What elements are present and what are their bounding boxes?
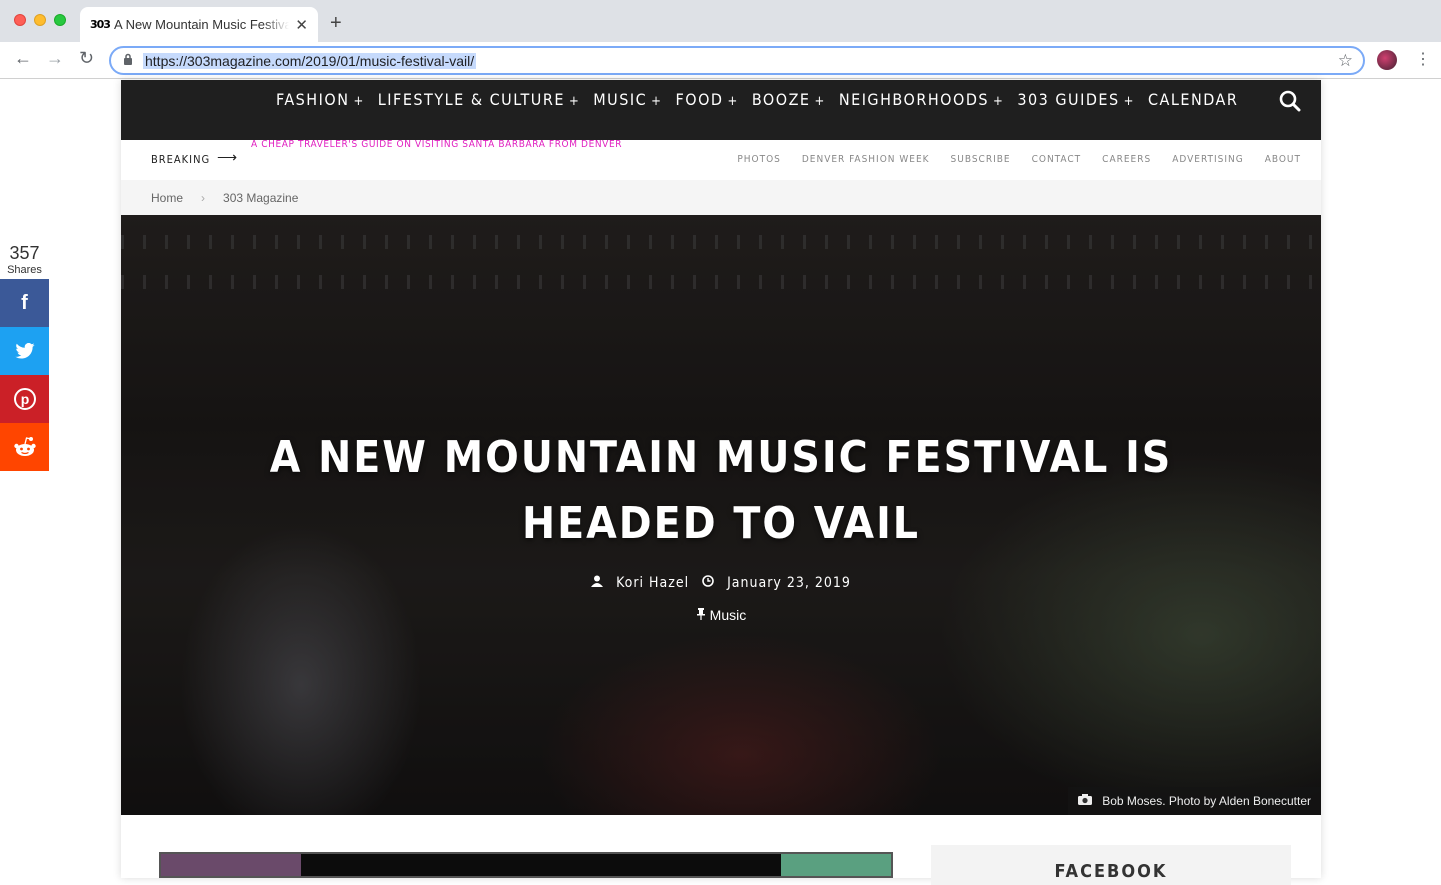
back-icon[interactable]: ← xyxy=(14,48,32,69)
article-title: A NEW MOUNTAIN MUSIC FESTIVAL IS HEADED … xyxy=(269,432,1173,549)
share-label: Shares xyxy=(7,264,42,276)
secondary-nav-item[interactable]: ADVERTISING xyxy=(1172,154,1243,165)
article-author[interactable]: Kori Hazel xyxy=(616,575,689,591)
secondary-nav-item[interactable]: CAREERS xyxy=(1102,154,1151,165)
tab-title: A New Mountain Music Festival xyxy=(114,17,290,32)
main-nav-label: 303 GUIDES xyxy=(1017,90,1120,109)
main-nav-list: FASHION + LIFESTYLE & CULTURE + MUSIC + FOOD + B… xyxy=(276,90,1251,109)
secondary-nav: PHOTOS DENVER FASHION WEEK SUBSCRIBE CONTAC… xyxy=(716,154,1301,165)
secondary-nav-item[interactable]: SUBSCRIBE xyxy=(951,154,1011,165)
main-nav-label: BOOZE xyxy=(751,90,811,109)
breadcrumb-home[interactable]: Home xyxy=(151,191,183,205)
hero-image: A NEW MOUNTAIN MUSIC FESTIVAL IS HEADED … xyxy=(121,215,1321,815)
profile-avatar[interactable] xyxy=(1377,50,1397,70)
article-embedded-image xyxy=(159,852,893,878)
breaking-arrow-icon: ⟶ xyxy=(217,149,238,165)
sidebar-widget-title: FACEBOOK xyxy=(1054,861,1168,882)
breadcrumb-separator-icon: › xyxy=(201,190,206,205)
breaking-headline[interactable]: A CHEAP TRAVELER'S GUIDE ON VISITING SAN… xyxy=(251,139,622,150)
maximize-window-button[interactable] xyxy=(54,14,66,26)
svg-text:p: p xyxy=(20,391,29,407)
author-icon xyxy=(591,575,608,591)
article-category[interactable]: Music xyxy=(121,607,1321,623)
facebook-share-button[interactable]: f xyxy=(0,279,49,327)
category-label[interactable]: Music xyxy=(710,607,747,623)
plus-icon: + xyxy=(993,94,1005,109)
secondary-nav-item[interactable]: DENVER FASHION WEEK xyxy=(802,154,930,165)
breadcrumb: Home › 303 Magazine xyxy=(121,180,1321,215)
sidebar-widget: FACEBOOK xyxy=(931,845,1291,885)
plus-icon: + xyxy=(568,94,581,109)
main-nav-item[interactable]: MUSIC + xyxy=(593,90,662,109)
main-nav-label: FOOD xyxy=(675,90,724,109)
browser-toolbar: ← → ↻ https://303magazine.com/2019/01/mu… xyxy=(0,42,1441,79)
plus-icon: + xyxy=(814,94,826,109)
forward-icon[interactable]: → xyxy=(46,48,64,69)
twitter-share-button[interactable] xyxy=(0,327,49,375)
secondary-nav-item[interactable]: ABOUT xyxy=(1265,154,1301,165)
caption-text: Bob Moses. Photo by Alden Bonecutter xyxy=(1102,794,1311,808)
main-nav-label: MUSIC xyxy=(593,90,648,109)
main-nav-item[interactable]: BOOZE + xyxy=(752,90,826,109)
pin-icon xyxy=(696,607,710,623)
reddit-icon xyxy=(13,437,36,456)
browser-tab-bar: 303 A New Mountain Music Festival ✕ + xyxy=(0,0,1441,42)
secondary-nav-item[interactable]: PHOTOS xyxy=(737,154,781,165)
breaking-bar: A CHEAP TRAVELER'S GUIDE ON VISITING SAN… xyxy=(121,139,1321,180)
tab-close-icon[interactable]: ✕ xyxy=(295,16,308,34)
main-nav-label: NEIGHBORHOODS xyxy=(838,90,990,109)
main-nav-item[interactable]: LIFESTYLE & CULTURE + xyxy=(378,90,580,109)
main-nav-label: CALENDAR xyxy=(1147,90,1239,109)
main-nav-label: LIFESTYLE & CULTURE xyxy=(377,90,565,109)
plus-icon: + xyxy=(727,94,739,109)
camera-icon xyxy=(1078,794,1093,808)
star-icon[interactable]: ☆ xyxy=(1338,51,1353,71)
close-window-button[interactable] xyxy=(14,14,26,26)
address-bar[interactable]: https://303magazine.com/2019/01/music-fe… xyxy=(109,46,1365,75)
page-container: FASHION + LIFESTYLE & CULTURE + MUSIC + FOOD + B… xyxy=(121,80,1321,885)
new-tab-icon[interactable]: + xyxy=(330,12,342,35)
site-favicon-icon: 303 xyxy=(90,18,111,31)
share-count: 357 xyxy=(9,243,40,263)
breadcrumb-current[interactable]: 303 Magazine xyxy=(223,191,298,205)
search-icon[interactable] xyxy=(1279,90,1301,112)
main-nav-label: FASHION xyxy=(276,90,350,109)
pinterest-icon: p xyxy=(13,388,36,410)
photo-caption: Bob Moses. Photo by Alden Bonecutter xyxy=(1068,787,1321,815)
main-nav-item[interactable]: FOOD + xyxy=(675,90,738,109)
breaking-label: BREAKING xyxy=(151,153,211,166)
main-nav-item[interactable]: NEIGHBORHOODS + xyxy=(839,90,1005,109)
reddit-share-button[interactable] xyxy=(0,423,49,471)
lock-icon xyxy=(123,53,133,68)
main-nav-item[interactable]: CALENDAR xyxy=(1148,90,1238,109)
clock-icon xyxy=(702,575,719,591)
facebook-icon: f xyxy=(21,291,28,314)
plus-icon: + xyxy=(1123,94,1135,109)
main-nav-item[interactable]: 303 GUIDES + xyxy=(1017,90,1135,109)
url-text[interactable]: https://303magazine.com/2019/01/music-fe… xyxy=(143,52,477,69)
twitter-icon xyxy=(14,343,35,359)
plus-icon: + xyxy=(651,94,663,109)
main-nav-item[interactable]: FASHION + xyxy=(276,90,365,109)
browser-tab[interactable]: 303 A New Mountain Music Festival ✕ xyxy=(80,7,318,42)
main-nav: FASHION + LIFESTYLE & CULTURE + MUSIC + FOOD + B… xyxy=(121,80,1321,140)
secondary-nav-item[interactable]: CONTACT xyxy=(1032,154,1082,165)
plus-icon: + xyxy=(353,94,365,109)
minimize-window-button[interactable] xyxy=(34,14,46,26)
reload-icon[interactable]: ↻ xyxy=(79,48,94,69)
article-date: January 23, 2019 xyxy=(727,575,851,591)
article-meta: Kori Hazel January 23, 2019 xyxy=(121,575,1321,591)
menu-icon[interactable]: ⋮ xyxy=(1415,49,1431,69)
pinterest-share-button[interactable]: p xyxy=(0,375,49,423)
